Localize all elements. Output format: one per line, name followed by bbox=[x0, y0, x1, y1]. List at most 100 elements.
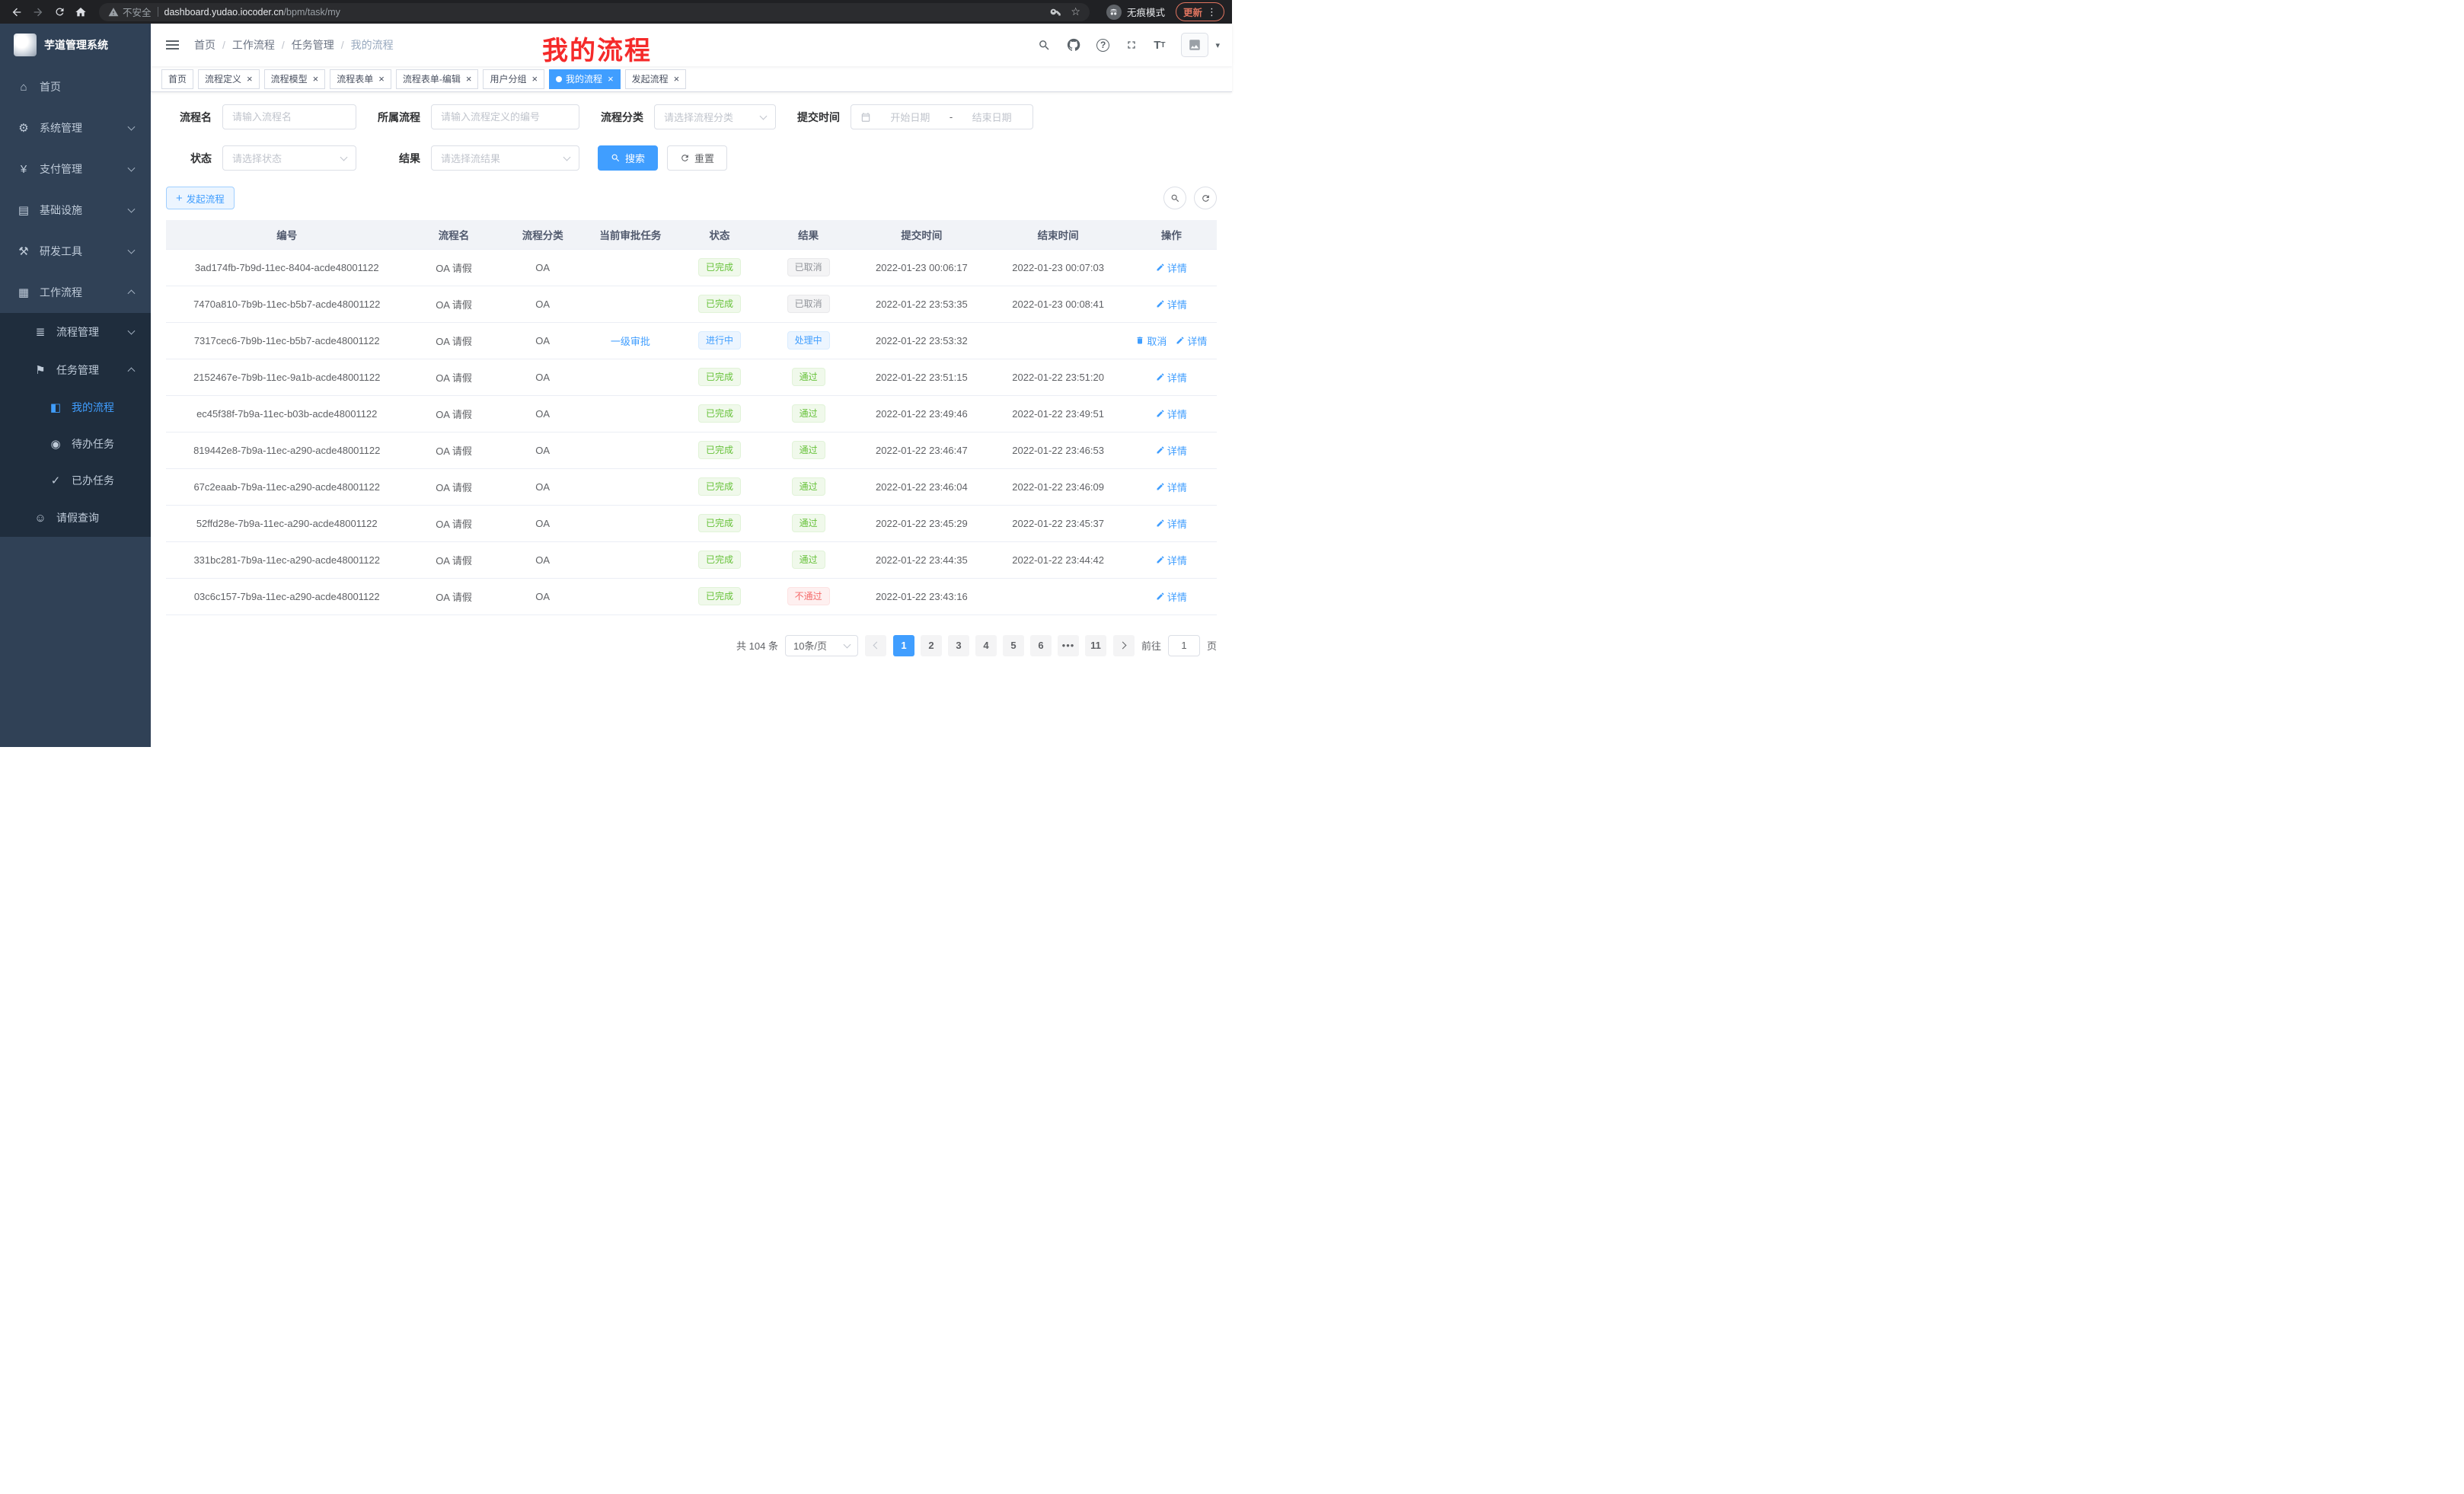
breadcrumb-task-mgmt[interactable]: 任务管理 bbox=[292, 37, 334, 53]
status-select[interactable]: 请选择状态 bbox=[222, 145, 356, 171]
close-icon[interactable]: × bbox=[674, 74, 680, 84]
app-title: 芋道管理系统 bbox=[44, 37, 108, 53]
column-header-submit-time: 提交时间 bbox=[853, 220, 990, 249]
toggle-search-button[interactable] bbox=[1163, 187, 1186, 209]
pager-page-3-button[interactable]: 3 bbox=[948, 635, 969, 656]
pager-page-1-button[interactable]: 1 bbox=[893, 635, 914, 656]
back-button[interactable] bbox=[8, 3, 26, 21]
pager-page-11-button[interactable]: 11 bbox=[1085, 635, 1106, 656]
reset-button[interactable]: 重置 bbox=[667, 145, 727, 171]
detail-link[interactable]: 详情 bbox=[1156, 480, 1187, 494]
sidebar-item-my-process[interactable]: ◧我的流程 bbox=[0, 389, 151, 426]
detail-link[interactable]: 详情 bbox=[1156, 407, 1187, 421]
close-icon[interactable]: × bbox=[313, 74, 319, 84]
detail-link[interactable]: 详情 bbox=[1156, 443, 1187, 458]
task-link[interactable]: 一级审批 bbox=[611, 336, 650, 347]
pager-page-4-button[interactable]: 4 bbox=[975, 635, 997, 656]
tab-process-definition[interactable]: 流程定义× bbox=[198, 69, 260, 89]
detail-link[interactable]: 详情 bbox=[1156, 516, 1187, 531]
refresh-table-button[interactable] bbox=[1194, 187, 1217, 209]
pager-more-button[interactable]: ••• bbox=[1058, 635, 1079, 656]
detail-link[interactable]: 详情 bbox=[1156, 297, 1187, 311]
process-def-input[interactable] bbox=[431, 104, 579, 129]
close-icon[interactable]: × bbox=[466, 74, 472, 84]
sidebar-item-system[interactable]: ⚙系统管理 bbox=[0, 107, 151, 148]
sidebar-item-todo-task[interactable]: ◉待办任务 bbox=[0, 426, 151, 462]
close-icon[interactable]: × bbox=[247, 74, 253, 84]
next-page-button[interactable] bbox=[1113, 635, 1135, 656]
search-button[interactable]: 搜索 bbox=[598, 145, 658, 171]
close-icon[interactable]: × bbox=[378, 74, 385, 84]
sidebar-item-infra[interactable]: ▤基础设施 bbox=[0, 190, 151, 231]
create-process-button[interactable]: + 发起流程 bbox=[166, 187, 235, 209]
edit-icon bbox=[1156, 555, 1165, 564]
detail-link[interactable]: 详情 bbox=[1156, 553, 1187, 567]
home-button[interactable] bbox=[72, 3, 90, 21]
app-logo: 芋道管理系统 bbox=[0, 24, 151, 66]
forward-button[interactable] bbox=[29, 3, 47, 21]
breadcrumb-home[interactable]: 首页 bbox=[194, 37, 215, 53]
fullscreen-icon[interactable] bbox=[1125, 39, 1138, 51]
cell-submit-time: 2022-01-22 23:53:32 bbox=[853, 322, 990, 359]
goto-page-input[interactable] bbox=[1168, 635, 1200, 656]
close-icon[interactable]: × bbox=[608, 74, 614, 84]
cell-end-time: 2022-01-22 23:46:53 bbox=[991, 432, 1126, 468]
filter-label-category: 流程分类 bbox=[598, 110, 643, 125]
font-size-icon[interactable]: TT bbox=[1154, 39, 1165, 52]
tab-process-form-edit[interactable]: 流程表单-编辑× bbox=[396, 69, 479, 89]
detail-link[interactable]: 详情 bbox=[1176, 334, 1207, 348]
result-select[interactable]: 请选择流结果 bbox=[431, 145, 579, 171]
page-title-annotation: 我的流程 bbox=[542, 30, 652, 67]
not-secure-icon bbox=[108, 7, 119, 18]
sidebar-item-workflow[interactable]: ▦工作流程 bbox=[0, 272, 151, 313]
avatar[interactable] bbox=[1181, 33, 1208, 57]
cell-actions: 详情 bbox=[1126, 432, 1217, 468]
sidebar-item-task-mgmt[interactable]: ⚑任务管理 bbox=[0, 351, 151, 389]
sidebar-item-devtools[interactable]: ⚒研发工具 bbox=[0, 231, 151, 272]
update-button[interactable]: 更新 ⋮ bbox=[1176, 2, 1224, 21]
reload-button[interactable] bbox=[50, 3, 69, 21]
status-tag: 已完成 bbox=[698, 514, 741, 532]
detail-link[interactable]: 详情 bbox=[1156, 589, 1187, 604]
cell-status: 已完成 bbox=[675, 395, 764, 432]
cancel-link[interactable]: 取消 bbox=[1135, 334, 1167, 348]
sidebar-item-process-mgmt[interactable]: ≣流程管理 bbox=[0, 313, 151, 351]
github-icon[interactable] bbox=[1067, 38, 1080, 52]
tab-process-form[interactable]: 流程表单× bbox=[330, 69, 391, 89]
status-tag: 进行中 bbox=[698, 331, 741, 350]
sidebar-item-done-task[interactable]: ✓已办任务 bbox=[0, 462, 151, 499]
breadcrumb-separator: / bbox=[341, 39, 344, 51]
address-bar[interactable]: 不安全 dashboard.yudao.iocoder.cn/bpm/task/… bbox=[99, 3, 1090, 21]
bookmark-star-icon[interactable]: ☆ bbox=[1071, 5, 1080, 18]
hamburger-icon[interactable] bbox=[163, 37, 182, 53]
category-select[interactable]: 请选择流程分类 bbox=[654, 104, 776, 129]
tab-start-process[interactable]: 发起流程× bbox=[625, 69, 687, 89]
help-icon[interactable]: ? bbox=[1096, 39, 1109, 52]
cell-end-time: 2022-01-22 23:44:42 bbox=[991, 541, 1126, 578]
breadcrumb-workflow[interactable]: 工作流程 bbox=[232, 37, 275, 53]
password-key-icon[interactable] bbox=[1050, 6, 1061, 18]
submit-time-range[interactable]: 开始日期 - 结束日期 bbox=[851, 104, 1033, 129]
chevron-down-icon[interactable]: ▾ bbox=[1215, 40, 1220, 50]
pager-page-5-button[interactable]: 5 bbox=[1003, 635, 1024, 656]
tab-process-model[interactable]: 流程模型× bbox=[264, 69, 326, 89]
sidebar-item-leave-query[interactable]: ☺请假查询 bbox=[0, 499, 151, 537]
close-icon[interactable]: × bbox=[531, 74, 538, 84]
cell-end-time: 2022-01-22 23:51:20 bbox=[991, 359, 1126, 395]
sidebar-item-home[interactable]: ⌂首页 bbox=[0, 66, 151, 107]
sidebar-item-payment[interactable]: ¥支付管理 bbox=[0, 148, 151, 190]
tab-user-group[interactable]: 用户分组× bbox=[483, 69, 544, 89]
detail-link[interactable]: 详情 bbox=[1156, 370, 1187, 385]
process-name-input[interactable] bbox=[222, 104, 356, 129]
cell-status: 已完成 bbox=[675, 249, 764, 286]
detail-link[interactable]: 详情 bbox=[1156, 260, 1187, 275]
prev-page-button[interactable] bbox=[865, 635, 886, 656]
cell-id: 7470a810-7b9b-11ec-b5b7-acde48001122 bbox=[166, 286, 407, 322]
tab-home[interactable]: 首页 bbox=[161, 69, 193, 89]
tab-my-process[interactable]: 我的流程× bbox=[549, 69, 621, 89]
menu-kebab-icon[interactable]: ⋮ bbox=[1207, 6, 1217, 18]
pager-page-6-button[interactable]: 6 bbox=[1030, 635, 1052, 656]
page-size-select[interactable]: 10条/页 bbox=[785, 635, 858, 656]
search-icon[interactable] bbox=[1038, 39, 1051, 52]
pager-page-2-button[interactable]: 2 bbox=[921, 635, 942, 656]
